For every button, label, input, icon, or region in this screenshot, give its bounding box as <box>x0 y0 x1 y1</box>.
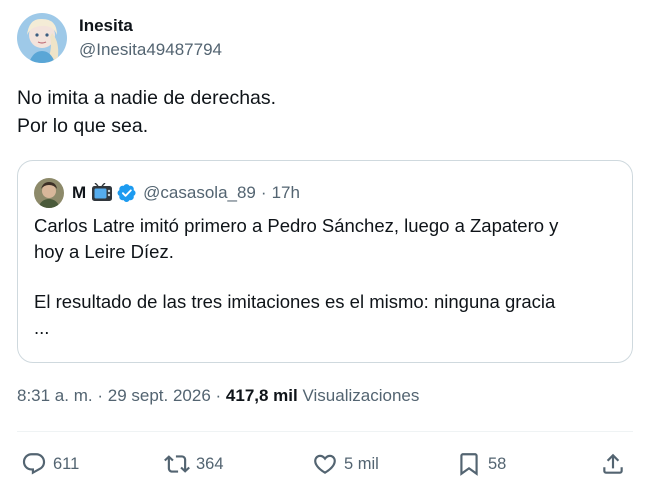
repost-button[interactable]: 364 <box>164 447 224 481</box>
post-date[interactable]: 29 sept. 2026 <box>108 386 211 405</box>
heart-icon <box>314 454 336 474</box>
action-bar: 611 364 5 mil 58 <box>17 447 633 481</box>
quoted-post[interactable]: M @casasola_89 · 17h Carlos Latre imitó … <box>17 160 633 363</box>
post-metadata: 8:31 a. m. · 29 sept. 2026 · 417,8 mil V… <box>17 384 419 408</box>
quoted-text-line: Carlos Latre imitó primero a Pedro Sánch… <box>34 215 559 236</box>
reply-count: 611 <box>53 454 80 473</box>
quoted-text-line: ... <box>34 317 50 338</box>
separator-dot: · <box>215 386 222 405</box>
post-time[interactable]: 8:31 a. m. <box>17 386 93 405</box>
quoted-author-name: M <box>72 183 87 202</box>
like-count: 5 mil <box>344 454 379 473</box>
author-handle[interactable]: @Inesita49487794 <box>79 39 222 61</box>
like-button[interactable]: 5 mil <box>312 447 379 481</box>
post-text-line: No imita a nadie de derechas. <box>17 87 277 109</box>
verified-badge-icon <box>117 183 137 203</box>
share-button[interactable] <box>600 447 626 481</box>
separator-dot: · <box>260 183 267 202</box>
repost-icon <box>164 455 190 473</box>
reply-icon <box>22 453 46 475</box>
post-text: No imita a nadie de derechas. Por lo que… <box>17 84 627 140</box>
quoted-text-line: El resultado de las tres imitaciones es … <box>34 291 556 312</box>
bookmark-icon <box>460 453 478 476</box>
quoted-author-avatar <box>34 178 64 208</box>
post-text-line: Por lo que sea. <box>17 115 149 137</box>
author-name[interactable]: Inesita <box>79 16 222 36</box>
quoted-author-handle: @casasola_89 <box>143 183 256 202</box>
quoted-post-header: M @casasola_89 · 17h <box>34 177 300 209</box>
repost-count: 364 <box>196 454 224 473</box>
tv-emoji-icon <box>91 183 113 203</box>
bookmark-count: 58 <box>488 454 507 473</box>
views-label: Visualizaciones <box>302 386 420 405</box>
bookmark-button[interactable]: 58 <box>456 447 506 481</box>
share-icon <box>603 453 623 474</box>
author-avatar[interactable] <box>17 13 67 63</box>
post-header: Inesita @Inesita49487794 <box>17 12 222 64</box>
reply-button[interactable]: 611 <box>21 447 79 481</box>
quoted-text-line: hoy a Leire Díez. <box>34 241 174 262</box>
quoted-post-time[interactable]: 17h <box>272 183 300 203</box>
views-count[interactable]: 417,8 mil <box>226 386 298 405</box>
separator-dot: · <box>97 386 104 405</box>
quoted-post-text: Carlos Latre imitó primero a Pedro Sánch… <box>34 213 619 341</box>
divider <box>17 431 633 432</box>
